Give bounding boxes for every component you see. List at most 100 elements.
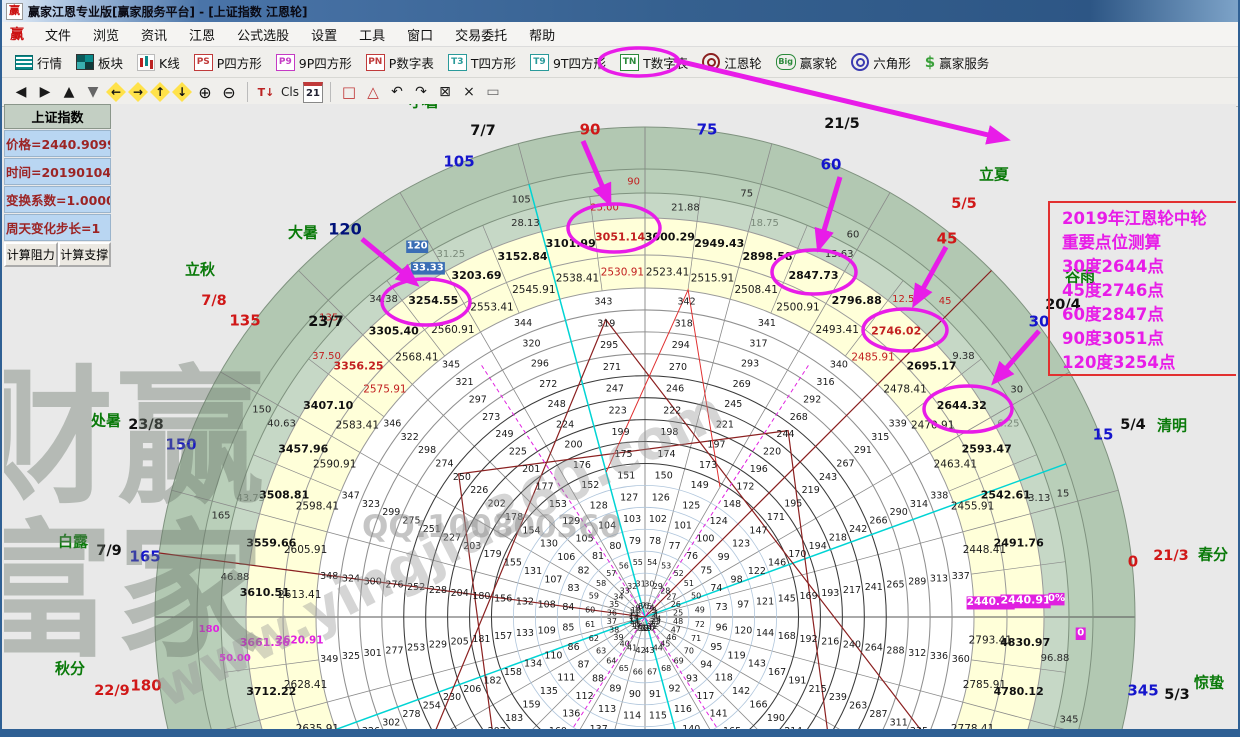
toolbar-button-P数字表[interactable]: PNP数字表: [359, 51, 441, 74]
svg-text:264: 264: [865, 642, 883, 653]
toolbar-button-9T四方形[interactable]: T99T四方形: [523, 51, 613, 74]
menu-item-5[interactable]: 设置: [300, 22, 348, 47]
svg-text:199: 199: [612, 427, 630, 438]
svg-text:239: 239: [829, 692, 847, 703]
svg-text:200: 200: [564, 440, 582, 451]
svg-text:205: 205: [451, 637, 469, 648]
svg-text:2695.17: 2695.17: [906, 360, 956, 373]
menu-item-3[interactable]: 江恩: [178, 22, 226, 47]
square-tool-button[interactable]: □: [338, 81, 360, 103]
svg-text:3305.40: 3305.40: [369, 324, 419, 337]
zoom-in-button[interactable]: ⊕: [194, 81, 216, 103]
svg-text:166: 166: [749, 699, 767, 710]
svg-text:275: 275: [402, 516, 420, 527]
svg-text:2796.88: 2796.88: [832, 294, 882, 307]
svg-text:102: 102: [649, 514, 667, 525]
pan-right-button[interactable]: →: [128, 82, 148, 102]
menu-item-0[interactable]: 文件: [34, 22, 82, 47]
candles-icon: [137, 54, 155, 71]
title-bar[interactable]: 赢 赢家江恩专业版[赢家服务平台] - [上证指数 江恩轮]: [2, 0, 1238, 22]
svg-text:2530.91: 2530.91: [601, 266, 644, 278]
annotation-line-2: 30度2644点: [1062, 255, 1236, 279]
toolbar-button-label: 六角形: [873, 53, 911, 72]
svg-text:54: 54: [647, 558, 657, 567]
rotate-cw-button[interactable]: ↷: [410, 81, 432, 103]
gann-wheel-chart[interactable]: 1234567891011121314151617181920212223242…: [4, 104, 1236, 729]
info-panel: 上证指数 价格=2440.9099时间=20190104变换系数=1.00000…: [4, 104, 111, 267]
rotate-ccw-button[interactable]: ↶: [386, 81, 408, 103]
svg-text:3101.99: 3101.99: [546, 237, 596, 250]
pan-up-button[interactable]: ↑: [150, 82, 170, 102]
svg-text:149: 149: [691, 480, 709, 491]
svg-text:83: 83: [568, 583, 580, 594]
svg-text:278: 278: [402, 709, 420, 720]
menu-item-6[interactable]: 工具: [348, 22, 396, 47]
svg-text:345: 345: [442, 360, 460, 371]
time-price-button[interactable]: T↓: [255, 81, 277, 103]
svg-text:312: 312: [908, 648, 926, 659]
svg-text:立秋: 立秋: [185, 260, 216, 278]
svg-text:113: 113: [598, 704, 616, 715]
svg-text:97: 97: [737, 599, 749, 610]
cls-button[interactable]: Cls: [279, 81, 301, 103]
toolbar-button-行情[interactable]: 行情: [8, 51, 69, 74]
app-logo-icon-small: 赢: [10, 24, 24, 44]
triangle-tool-button[interactable]: △: [362, 81, 384, 103]
gann-wheel-canvas[interactable]: 1234567891011121314151617181920212223242…: [4, 104, 1236, 729]
screen-button[interactable]: ▭: [482, 81, 504, 103]
pan-down-button[interactable]: ↓: [172, 82, 192, 102]
svg-text:惊蛰: 惊蛰: [1194, 673, 1224, 691]
svg-text:182: 182: [484, 676, 502, 687]
menu-item-8[interactable]: 交易委托: [444, 22, 518, 47]
svg-text:15.63: 15.63: [825, 249, 854, 260]
delete-box-button[interactable]: ⊠: [434, 81, 456, 103]
toolbar-button-赢家服务[interactable]: $赢家服务: [918, 51, 996, 74]
svg-text:315: 315: [871, 432, 889, 443]
main-toolbar: 行情板块K线PSP四方形P99P四方形PNP数字表T3T四方形T99T四方形TN…: [2, 47, 1238, 78]
svg-text:25: 25: [673, 608, 683, 617]
up-button[interactable]: ▲: [58, 81, 80, 103]
toolbar-button-板块[interactable]: 板块: [69, 51, 130, 74]
toolbar-button-K线[interactable]: K线: [130, 51, 187, 74]
svg-text:21.88: 21.88: [671, 203, 700, 214]
toolbar-button-赢家轮[interactable]: Big赢家轮: [769, 51, 845, 74]
menu-item-9[interactable]: 帮助: [518, 22, 566, 47]
toolbar-button-T数字表[interactable]: TNT数字表: [613, 51, 695, 74]
svg-text:270: 270: [669, 362, 687, 373]
page-right-button[interactable]: ▶: [34, 81, 56, 103]
pan-left-button[interactable]: ←: [106, 82, 126, 102]
svg-text:318: 318: [675, 318, 693, 329]
calendar-button[interactable]: 21: [303, 82, 323, 103]
svg-text:167: 167: [768, 667, 786, 678]
scale-button[interactable]: ×: [458, 81, 480, 103]
svg-text:341: 341: [758, 318, 776, 329]
svg-text:295: 295: [600, 340, 618, 351]
svg-text:2542.61: 2542.61: [981, 488, 1031, 501]
svg-text:203: 203: [463, 541, 481, 552]
svg-text:85: 85: [562, 622, 574, 633]
svg-text:322: 322: [401, 432, 419, 443]
toolbar-button-P四方形[interactable]: PSP四方形: [187, 51, 269, 74]
toolbar-button-9P四方形[interactable]: P99P四方形: [269, 51, 359, 74]
svg-text:2523.41: 2523.41: [646, 266, 689, 278]
svg-text:6.25: 6.25: [997, 418, 1019, 429]
page-left-button[interactable]: ◀: [10, 81, 32, 103]
menu-item-4[interactable]: 公式选股: [226, 22, 300, 47]
svg-text:228: 228: [429, 585, 447, 596]
toolbar-button-江恩轮[interactable]: 江恩轮: [695, 51, 769, 74]
toolbar-button-T四方形[interactable]: T3T四方形: [441, 51, 523, 74]
toolbar-button-label: 赢家服务: [939, 53, 989, 72]
calc-resistance-button[interactable]: 计算阻力: [4, 242, 58, 267]
down-button[interactable]: ▼: [82, 81, 104, 103]
svg-text:105: 105: [443, 152, 474, 170]
menu-item-1[interactable]: 浏览: [82, 22, 130, 47]
svg-text:132: 132: [516, 597, 534, 608]
svg-text:52: 52: [674, 569, 684, 578]
svg-text:51: 51: [684, 579, 694, 588]
svg-text:47: 47: [671, 626, 681, 635]
menu-item-7[interactable]: 窗口: [396, 22, 444, 47]
menu-item-2[interactable]: 资讯: [130, 22, 178, 47]
toolbar-button-六角形[interactable]: 六角形: [844, 51, 918, 74]
zoom-out-button[interactable]: ⊖: [218, 81, 240, 103]
calc-support-button[interactable]: 计算支撑: [58, 242, 112, 267]
